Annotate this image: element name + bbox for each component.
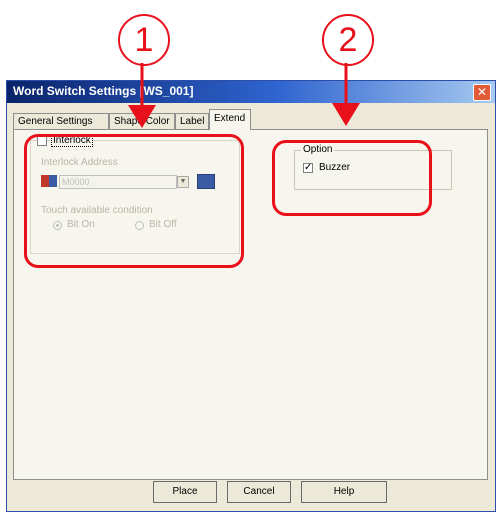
window-title: Word Switch Settings [WS_001] — [13, 84, 194, 98]
interlock-highlight-box — [24, 134, 244, 268]
callout-2-circle: 2 — [322, 14, 374, 66]
tab-general-settings[interactable]: General Settings — [13, 113, 109, 129]
cancel-button[interactable]: Cancel — [227, 481, 291, 503]
tab-shape-color[interactable]: Shape/Color — [109, 113, 175, 129]
callout-1-number: 1 — [134, 21, 154, 59]
tab-extend[interactable]: Extend — [209, 109, 251, 130]
help-button-label: Help — [333, 486, 355, 497]
callout-1-circle: 1 — [118, 14, 170, 66]
tab-shape-color-label: Shape/Color — [114, 116, 170, 127]
tab-label-label: Label — [180, 116, 205, 127]
close-button[interactable]: ✕ — [473, 84, 491, 101]
tab-label[interactable]: Label — [175, 113, 209, 129]
tab-general-settings-label: General Settings — [18, 116, 93, 127]
cancel-button-label: Cancel — [243, 486, 275, 497]
callout-2-number: 2 — [338, 21, 358, 59]
option-highlight-box — [272, 140, 432, 216]
help-button[interactable]: Help — [301, 481, 387, 503]
tab-extend-label: Extend — [214, 113, 246, 124]
title-bar[interactable]: Word Switch Settings [WS_001] ✕ — [7, 81, 495, 103]
place-button-label: Place — [172, 486, 198, 497]
close-icon: ✕ — [476, 85, 488, 99]
place-button[interactable]: Place — [153, 481, 217, 503]
